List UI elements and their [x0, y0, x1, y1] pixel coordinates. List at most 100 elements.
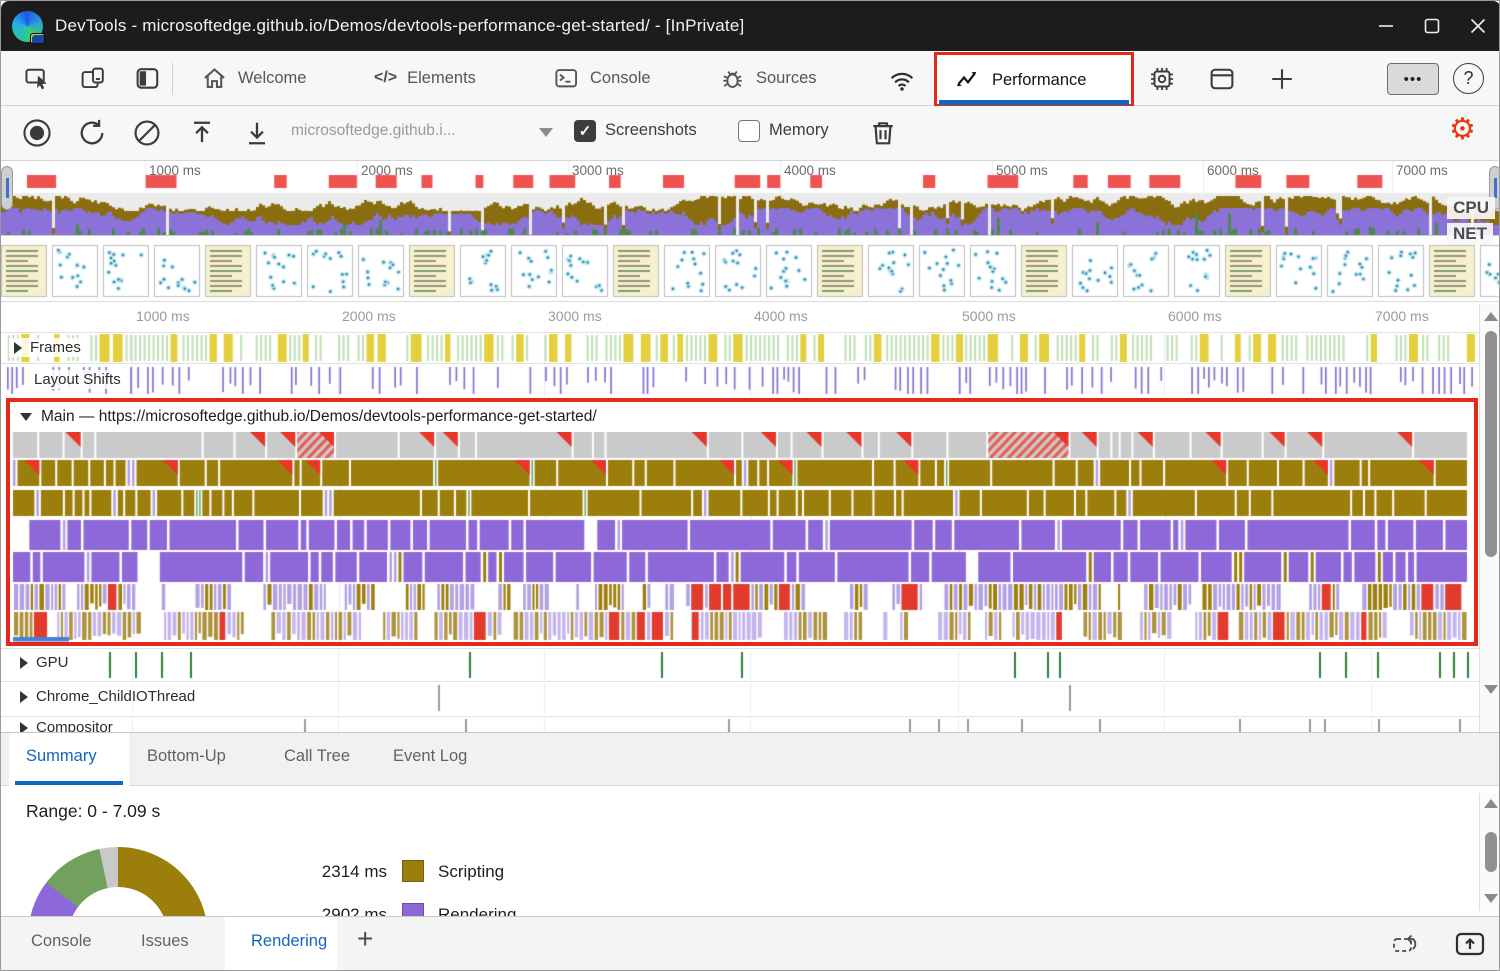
ruler-label: 4000 ms: [784, 163, 836, 178]
drawer-tab-rendering[interactable]: Rendering: [251, 932, 327, 951]
scroll-down-arrow[interactable]: [1483, 894, 1498, 903]
capture-settings-gear-icon[interactable]: ⚙: [1449, 115, 1476, 145]
legend-swatch-rendering: [402, 903, 424, 916]
axis-label: 5000 ms: [962, 308, 1016, 324]
scrollbar-thumb[interactable]: [1484, 331, 1497, 557]
divider: [1, 681, 1479, 682]
drawer-tab-console[interactable]: Console: [31, 932, 92, 951]
time-axis: 1000 ms 2000 ms 3000 ms 4000 ms 5000 ms …: [1, 302, 1479, 332]
scroll-up-arrow[interactable]: [1483, 312, 1498, 321]
screenshots-checkbox[interactable]: ✓: [574, 120, 596, 142]
gpu-track-canvas[interactable]: [1, 650, 1479, 680]
divider: [1, 648, 1479, 649]
axis-label: 6000 ms: [1168, 308, 1222, 324]
performance-icon: [957, 71, 977, 87]
frames-track-canvas[interactable]: [1, 333, 1479, 363]
net-track-label: NET: [1447, 223, 1493, 245]
left-drag-handle[interactable]: [1, 166, 13, 210]
minimize-button[interactable]: [1363, 1, 1409, 51]
childio-track-header[interactable]: Chrome_ChildIOThread: [15, 687, 201, 706]
help-button[interactable]: ?: [1453, 63, 1484, 94]
tab-bottom-up[interactable]: Bottom-Up: [147, 747, 226, 766]
active-tab-underline: [939, 100, 1129, 105]
network-conditions-icon[interactable]: [887, 65, 917, 95]
drawer-tab-issues[interactable]: Issues: [141, 932, 189, 951]
gpu-track-header[interactable]: GPU: [15, 653, 74, 672]
tab-elements[interactable]: </> Elements: [374, 51, 476, 105]
frames-track-header[interactable]: Frames: [9, 338, 86, 357]
main-flame-chart-canvas[interactable]: [11, 432, 1473, 642]
timeline-overview[interactable]: 1000 ms 2000 ms 3000 ms 4000 ms 5000 ms …: [1, 161, 1499, 235]
main-track-header[interactable]: Main — https://microsoftedge.github.io/D…: [20, 408, 597, 426]
cpu-track-label: CPU: [1447, 197, 1495, 219]
highlight-box-main-track: Main — https://microsoftedge.github.io/D…: [6, 398, 1478, 646]
collapsed-arrow-icon: [14, 341, 22, 354]
summary-scrollbar[interactable]: [1479, 793, 1499, 911]
timeline-scrollbar[interactable]: [1479, 304, 1499, 732]
inspect-icon[interactable]: [23, 64, 53, 94]
axis-label: 7000 ms: [1375, 308, 1429, 324]
ruler-label: 1000 ms: [149, 163, 201, 178]
add-drawer-tab-icon[interactable]: +: [357, 923, 373, 955]
bug-icon: [723, 70, 742, 88]
clear-recording-button[interactable]: [131, 117, 163, 149]
collapsed-arrow-icon: [20, 690, 28, 703]
maximize-button[interactable]: [1409, 1, 1455, 51]
memory-tab-icon[interactable]: [1147, 64, 1177, 94]
tab-summary[interactable]: Summary: [26, 747, 97, 766]
legend-value: 2902 ms: [321, 905, 387, 916]
childio-track-canvas[interactable]: [1, 683, 1479, 715]
divider: [1, 363, 1479, 364]
tab-console[interactable]: Console: [553, 51, 651, 105]
code-icon: </>: [374, 69, 398, 86]
chevron-down-icon[interactable]: [539, 128, 553, 137]
ruler-label: 6000 ms: [1207, 163, 1259, 178]
tab-call-tree[interactable]: Call Tree: [284, 747, 350, 766]
memory-label: Memory: [769, 121, 829, 139]
more-tabs-icon[interactable]: [1267, 64, 1297, 94]
legend-label: Scripting: [438, 862, 505, 881]
ruler-label: 7000 ms: [1396, 163, 1448, 178]
home-icon: [204, 67, 225, 88]
console-icon: [555, 68, 578, 87]
download-profile-button[interactable]: [241, 117, 273, 149]
collapsed-arrow-icon: [20, 656, 28, 669]
focus-mode-icon[interactable]: [133, 64, 163, 94]
ruler-label: 3000 ms: [572, 163, 624, 178]
screenshots-label: Screenshots: [605, 121, 697, 139]
compositor-track-canvas[interactable]: [1, 717, 1479, 732]
customize-devtools-button[interactable]: •••: [1387, 63, 1439, 95]
reload-record-button[interactable]: [76, 117, 108, 149]
device-emulation-icon[interactable]: [78, 64, 108, 94]
close-button[interactable]: [1455, 1, 1499, 51]
application-tab-icon[interactable]: [1207, 64, 1237, 94]
tab-welcome[interactable]: Welcome: [201, 51, 306, 105]
layout-shifts-track-canvas[interactable]: [1, 365, 1479, 397]
tab-sources[interactable]: Sources: [719, 51, 817, 105]
tab-event-log[interactable]: Event Log: [393, 747, 467, 766]
axis-label: 2000 ms: [342, 308, 396, 324]
tab-performance[interactable]: Performance: [954, 53, 1086, 107]
window-title: DevTools - microsoftedge.github.io/Demos…: [55, 16, 745, 35]
devtools-window: DevTools - microsoftedge.github.io/Demos…: [0, 0, 1500, 971]
trash-icon[interactable]: [867, 117, 899, 149]
scroll-up-arrow[interactable]: [1483, 799, 1498, 808]
upload-profile-button[interactable]: [186, 117, 218, 149]
scroll-down-arrow[interactable]: [1483, 685, 1498, 694]
edge-inprivate-icon: [12, 10, 45, 44]
cpu-overview-canvas[interactable]: [1, 161, 1499, 235]
record-button[interactable]: [21, 117, 53, 149]
donut-hole: [68, 887, 168, 916]
reset-view-icon[interactable]: [1391, 931, 1423, 959]
ruler-label: 2000 ms: [361, 163, 413, 178]
memory-checkbox[interactable]: [738, 120, 760, 142]
profile-select-dropdown[interactable]: microsoftedge.github.i...: [291, 122, 456, 140]
legend-label: Rendering: [438, 905, 517, 916]
scrollbar-thumb[interactable]: [1484, 832, 1497, 872]
active-tab-underline: [15, 781, 123, 785]
screenshots-filmstrip[interactable]: [1, 243, 1499, 299]
legend-value: 2314 ms: [321, 862, 387, 881]
expand-panel-icon[interactable]: [1453, 929, 1487, 959]
axis-label: 4000 ms: [754, 308, 808, 324]
layout-shifts-track-header[interactable]: Layout Shifts: [29, 370, 126, 389]
